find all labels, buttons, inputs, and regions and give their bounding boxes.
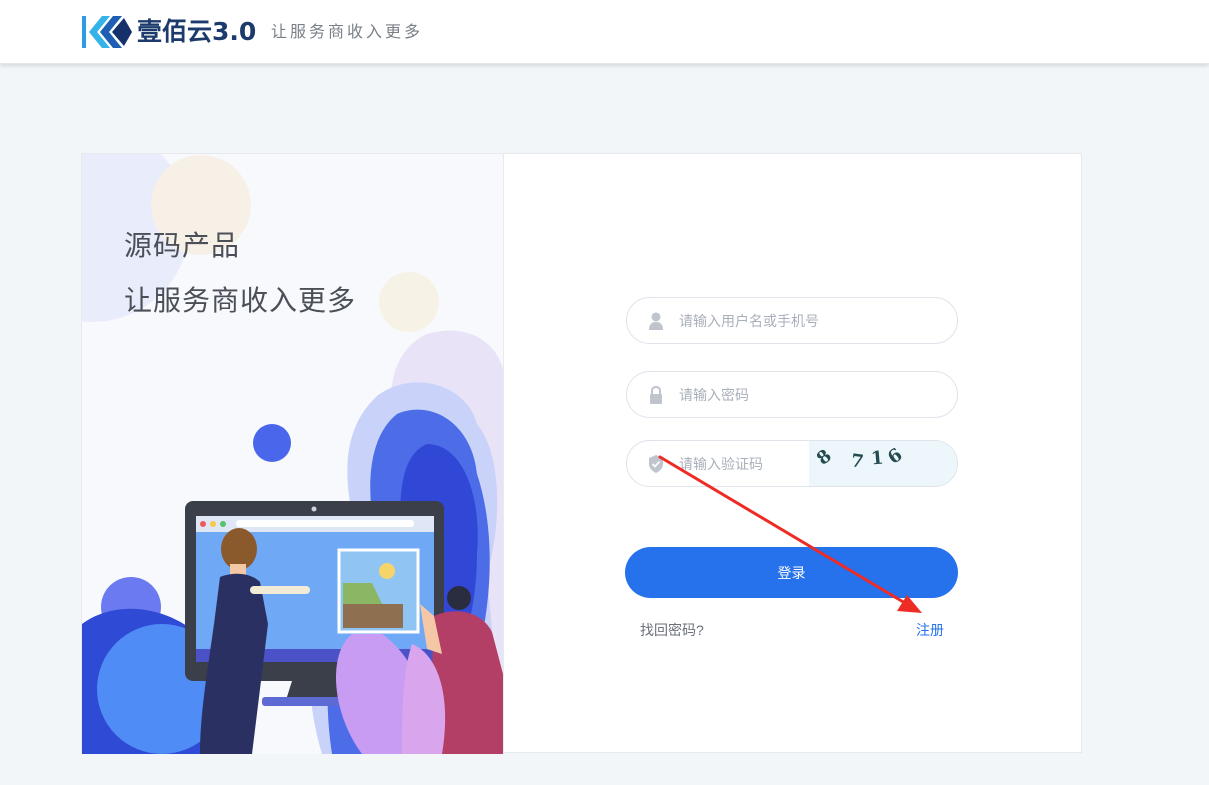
- username-input[interactable]: [679, 298, 939, 343]
- user-icon: [649, 312, 663, 330]
- header-slogan: 让服务商收入更多: [271, 22, 424, 41]
- login-button[interactable]: 登录: [625, 547, 958, 598]
- forgot-password-link[interactable]: 找回密码?: [640, 620, 704, 640]
- captcha-char: 7: [849, 450, 865, 473]
- username-field[interactable]: [626, 297, 958, 344]
- captcha-char: 6: [884, 444, 907, 469]
- password-input[interactable]: [679, 372, 939, 417]
- password-field[interactable]: [626, 371, 958, 418]
- top-header: 壹佰云3.0 让服务商收入更多: [0, 0, 1209, 64]
- captcha-input[interactable]: [679, 441, 799, 486]
- captcha-char: 1: [870, 447, 885, 470]
- lock-icon: [650, 385, 662, 404]
- login-card: 源码产品 让服务商收入更多 8 7 1 6 登录 找回密码? 注: [81, 153, 1082, 754]
- register-link[interactable]: 注册: [916, 620, 944, 640]
- brand-logo-icon[interactable]: [82, 13, 134, 51]
- promo-title: 源码产品: [124, 229, 241, 262]
- shield-check-icon: [649, 455, 663, 473]
- captcha-field[interactable]: 8 7 1 6: [626, 440, 958, 487]
- captcha-char: 8: [812, 445, 836, 470]
- promo-illustration-panel: 源码产品 让服务商收入更多: [82, 154, 503, 754]
- promo-subtitle: 让服务商收入更多: [124, 284, 357, 317]
- captcha-image[interactable]: 8 7 1 6: [809, 441, 957, 486]
- panel-divider: [503, 154, 504, 754]
- brand-name: 壹佰云3.0: [137, 17, 257, 46]
